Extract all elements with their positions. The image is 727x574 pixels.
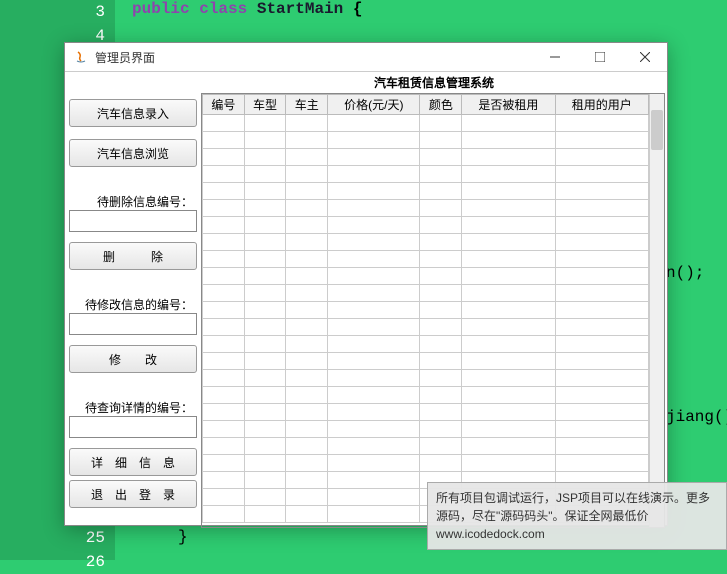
table-row[interactable] xyxy=(203,353,649,370)
code-partial: jiang(); xyxy=(666,408,727,426)
detail-id-input[interactable] xyxy=(69,416,197,438)
code-line: } xyxy=(178,528,188,546)
table-row[interactable] xyxy=(203,149,649,166)
window-title: 管理员界面 xyxy=(95,49,532,66)
table-container: 编号车型车主价格(元/天)颜色是否被租用租用的用户 xyxy=(201,93,665,528)
delete-label: 待删除信息编号： xyxy=(69,193,197,210)
table-row[interactable] xyxy=(203,404,649,421)
detail-button[interactable]: 详 细 信 息 xyxy=(69,448,197,476)
delete-button[interactable]: 删 除 xyxy=(69,242,197,270)
car-input-button[interactable]: 汽车信息录入 xyxy=(69,99,197,127)
code-line: public class StartMain { xyxy=(132,0,362,18)
watermark: 所有项目包调试运行，JSP项目可以在线演示。更多源码，尽在"源码码头"。保证全网… xyxy=(427,482,727,550)
minimize-button[interactable] xyxy=(532,43,577,71)
column-header[interactable]: 颜色 xyxy=(420,95,462,115)
column-header[interactable]: 价格(元/天) xyxy=(328,95,420,115)
delete-id-input[interactable] xyxy=(69,210,197,232)
car-browse-button[interactable]: 汽车信息浏览 xyxy=(69,139,197,167)
titlebar: 管理员界面 xyxy=(65,43,667,72)
table-row[interactable] xyxy=(203,251,649,268)
column-header[interactable]: 是否被租用 xyxy=(462,95,555,115)
table-row[interactable] xyxy=(203,370,649,387)
car-data-table: 编号车型车主价格(元/天)颜色是否被租用租用的用户 xyxy=(202,94,649,523)
table-row[interactable] xyxy=(203,319,649,336)
column-header[interactable]: 车型 xyxy=(244,95,286,115)
table-row[interactable] xyxy=(203,132,649,149)
table-body xyxy=(203,115,649,523)
table-row[interactable] xyxy=(203,336,649,353)
table-row[interactable] xyxy=(203,166,649,183)
maximize-button[interactable] xyxy=(577,43,622,71)
modify-id-input[interactable] xyxy=(69,313,197,335)
table-row[interactable] xyxy=(203,387,649,404)
admin-window: 管理员界面 汽车信息录入 汽车信息浏览 待删除信息编号： 删 除 待修改信息的编… xyxy=(64,42,668,526)
table-row[interactable] xyxy=(203,302,649,319)
column-header[interactable]: 车主 xyxy=(286,95,328,115)
table-row[interactable] xyxy=(203,268,649,285)
table-row[interactable] xyxy=(203,234,649,251)
table-row[interactable] xyxy=(203,217,649,234)
page-title: 汽车租赁信息管理系统 xyxy=(201,72,667,93)
close-button[interactable] xyxy=(622,43,667,71)
table-row[interactable] xyxy=(203,115,649,132)
table-row[interactable] xyxy=(203,285,649,302)
modify-button[interactable]: 修 改 xyxy=(69,345,197,373)
scroll-thumb[interactable] xyxy=(651,110,663,150)
table-row[interactable] xyxy=(203,183,649,200)
logout-button[interactable]: 退 出 登 录 xyxy=(69,480,197,508)
code-partial: n(); xyxy=(666,264,704,282)
java-icon xyxy=(73,49,89,65)
table-row[interactable] xyxy=(203,455,649,472)
table-row[interactable] xyxy=(203,200,649,217)
modify-label: 待修改信息的编号： xyxy=(69,296,197,313)
table-row[interactable] xyxy=(203,421,649,438)
sidebar: 汽车信息录入 汽车信息浏览 待删除信息编号： 删 除 待修改信息的编号： 修 改… xyxy=(65,72,201,528)
table-row[interactable] xyxy=(203,438,649,455)
column-header[interactable]: 租用的用户 xyxy=(555,95,648,115)
column-header[interactable]: 编号 xyxy=(203,95,245,115)
scrollbar[interactable] xyxy=(649,94,664,527)
detail-label: 待查询详情的编号： xyxy=(69,399,197,416)
